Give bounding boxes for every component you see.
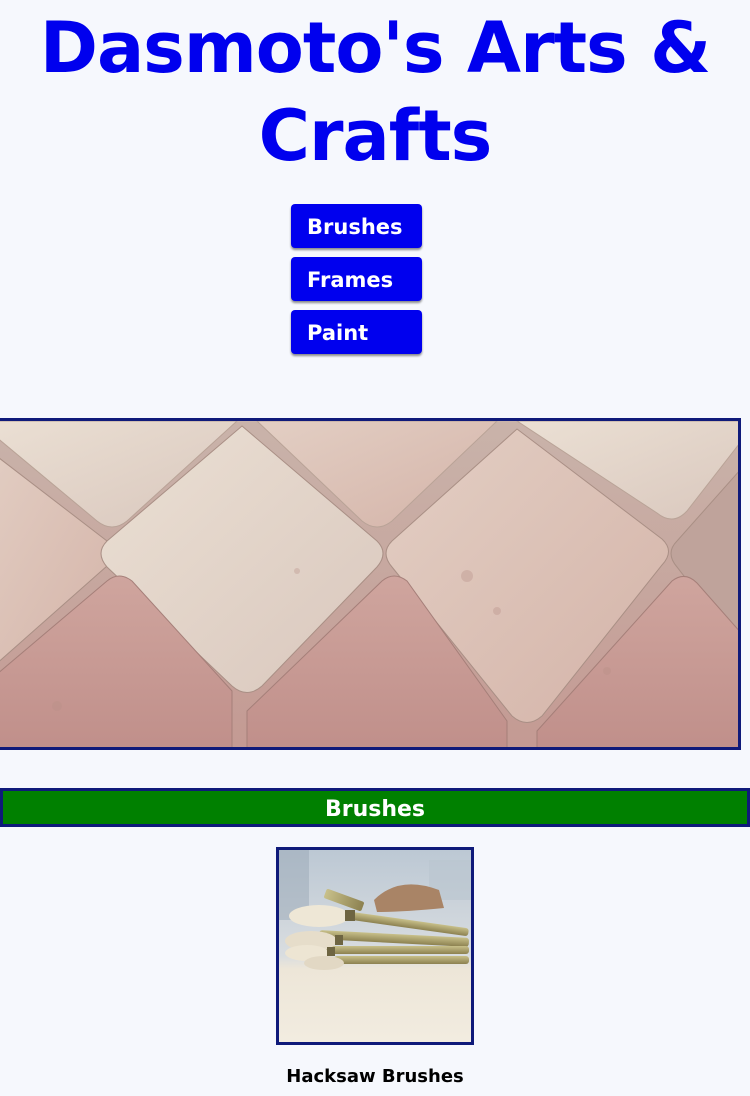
nav-paint-button[interactable]: Paint bbox=[291, 310, 422, 354]
roof-tiles-graphic bbox=[0, 421, 738, 747]
product-caption: Hacksaw Brushes bbox=[286, 1066, 464, 1087]
hero-image bbox=[0, 418, 741, 750]
nav-frames-button[interactable]: Frames bbox=[291, 257, 422, 301]
brushes-graphic bbox=[279, 850, 471, 1042]
nav-brushes-button[interactable]: Brushes bbox=[291, 204, 422, 248]
site-title: Dasmoto's Arts & Crafts bbox=[39, 7, 711, 177]
brushes-image bbox=[276, 847, 474, 1045]
section-heading-brushes: Brushes bbox=[0, 788, 750, 827]
main-nav: Brushes Frames Paint bbox=[291, 204, 422, 363]
